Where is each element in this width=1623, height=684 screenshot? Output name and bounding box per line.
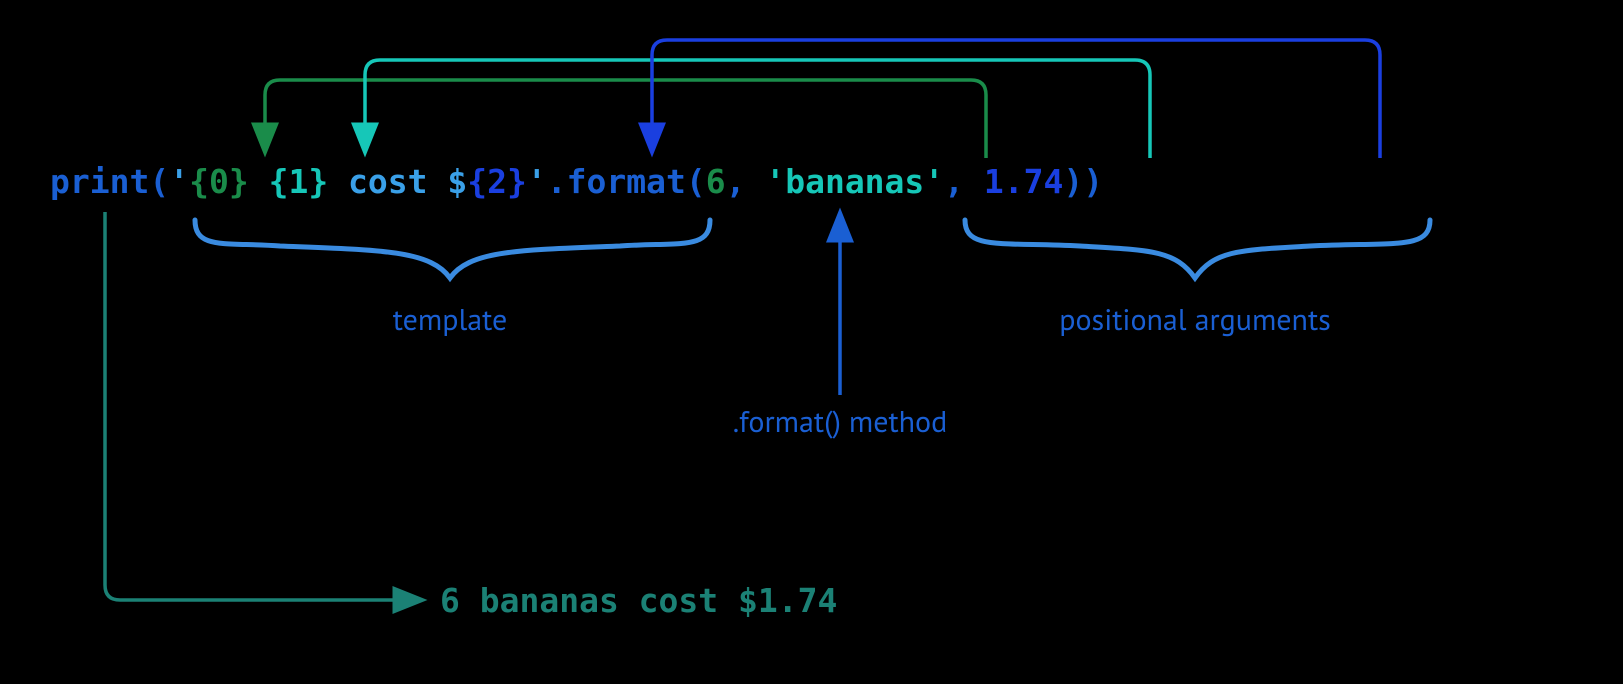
label-args: positional arguments xyxy=(1059,300,1331,339)
token-lparen: ( xyxy=(149,162,169,201)
brace-template: template xyxy=(195,220,710,339)
token-comma2: , xyxy=(944,162,984,201)
method-indicator: .format() method xyxy=(733,225,948,441)
token-print: print xyxy=(50,162,149,201)
token-brace0: {0} xyxy=(189,162,249,201)
arrow-arg1-to-placeholder1 xyxy=(365,60,1150,158)
token-brace1: {1} xyxy=(269,162,329,201)
mapping-arrows xyxy=(265,40,1380,158)
token-arg0: 6 xyxy=(706,162,726,201)
token-format: format xyxy=(567,162,686,201)
token-sp1 xyxy=(249,162,269,201)
output-arrow: 6 bananas cost $1.74 xyxy=(105,212,837,620)
arrow-arg2-to-placeholder2 xyxy=(652,40,1380,158)
token-q2: ' xyxy=(527,162,547,201)
code-line: print('{0} {1} cost ${2}'.format(6, 'ban… xyxy=(50,162,1103,201)
token-arg2: 1.74 xyxy=(984,162,1063,201)
token-arg1: 'bananas' xyxy=(765,162,944,201)
token-mid: cost $ xyxy=(328,162,467,201)
token-q1: ' xyxy=(169,162,189,201)
output-text: 6 bananas cost $1.74 xyxy=(440,581,837,620)
token-rparen2: ) xyxy=(1063,162,1083,201)
token-comma1: , xyxy=(726,162,766,201)
token-dot: . xyxy=(547,162,567,201)
token-rparen: ) xyxy=(1083,162,1103,201)
token-lparen2: ( xyxy=(686,162,706,201)
arrow-arg0-to-placeholder0 xyxy=(265,80,986,158)
label-template: template xyxy=(393,300,507,339)
label-method: .format() method xyxy=(733,402,948,441)
token-brace2: {2} xyxy=(467,162,527,201)
brace-args: positional arguments xyxy=(965,220,1430,339)
